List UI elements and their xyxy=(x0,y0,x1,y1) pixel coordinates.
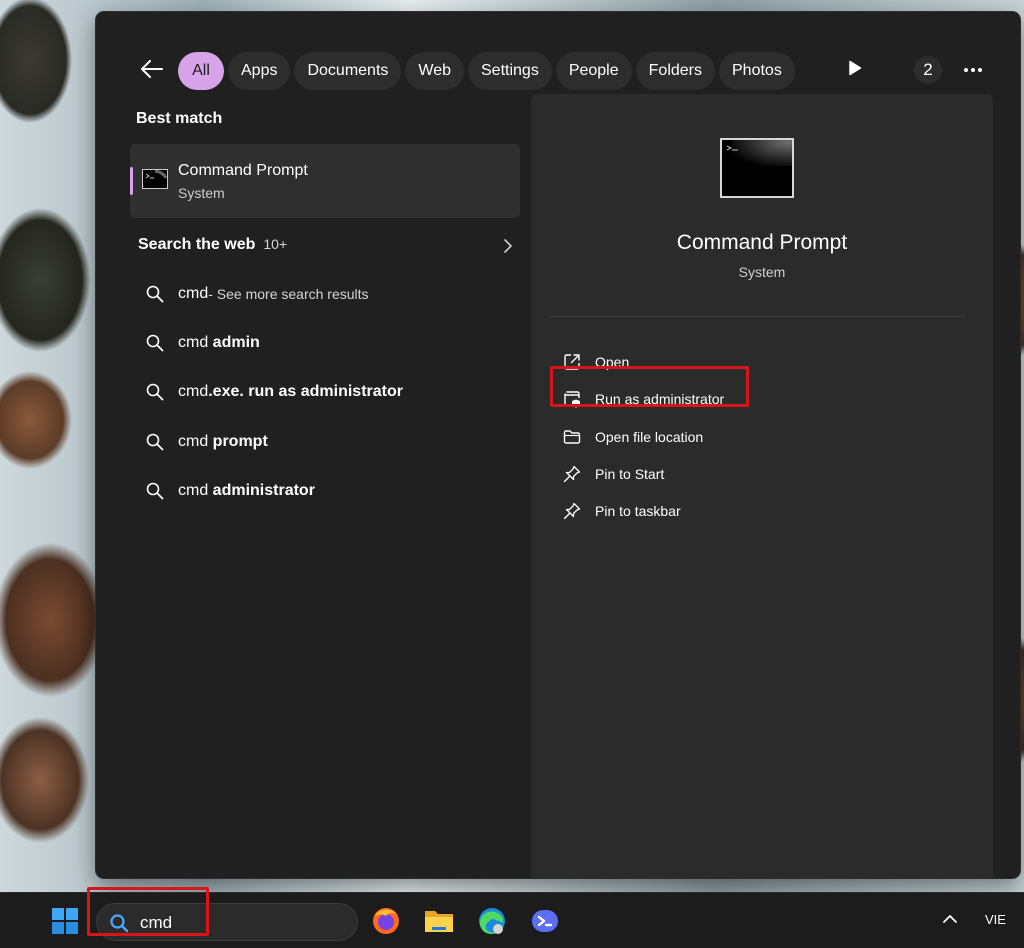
filter-chips: All Apps Documents Web Settings People F… xyxy=(178,52,795,90)
console-glyph-icon xyxy=(726,145,738,151)
search-icon xyxy=(146,433,164,451)
taskbar-file-explorer[interactable] xyxy=(423,905,455,937)
web-suggestion-item[interactable]: cmd prompt xyxy=(146,429,268,455)
windows-logo-icon xyxy=(52,908,78,934)
chip-apps[interactable]: Apps xyxy=(228,52,291,90)
search-icon xyxy=(146,334,164,352)
chip-photos[interactable]: Photos xyxy=(719,52,795,90)
suggestion-bold: .exe. run as administrator xyxy=(208,383,403,400)
firefox-icon xyxy=(373,908,399,934)
action-open-file-location[interactable]: Open file location xyxy=(563,425,703,449)
web-suggestion-item[interactable]: cmd .exe. run as administrator xyxy=(146,379,403,405)
input-language[interactable]: VIE xyxy=(985,912,1006,927)
preview-title: Command Prompt xyxy=(676,231,848,254)
more-options-button[interactable] xyxy=(962,56,984,84)
back-button[interactable] xyxy=(140,52,164,86)
play-icon xyxy=(849,60,862,76)
dot-icon xyxy=(971,68,975,72)
chip-documents[interactable]: Documents xyxy=(294,52,402,90)
suggestion-prefix: cmd xyxy=(178,334,213,351)
divider xyxy=(549,316,965,317)
search-icon xyxy=(146,285,164,303)
chevron-right-icon xyxy=(504,239,512,253)
file-explorer-icon xyxy=(425,911,453,932)
taskbar-firefox[interactable] xyxy=(370,905,402,937)
result-preview-pane: Command Prompt System Open Run as admini… xyxy=(531,94,993,878)
web-suggestion-item[interactable]: cmd admin xyxy=(146,330,260,356)
pin-icon xyxy=(563,465,581,483)
best-match-subtitle: System xyxy=(178,185,225,201)
chip-people[interactable]: People xyxy=(555,52,632,90)
console-glyph-icon xyxy=(145,169,168,179)
best-match-result[interactable]: Command Prompt System xyxy=(130,144,520,218)
command-prompt-icon xyxy=(720,138,794,198)
command-prompt-icon xyxy=(142,169,168,189)
action-pin-to-taskbar[interactable]: Pin to taskbar xyxy=(563,499,681,523)
chip-settings[interactable]: Settings xyxy=(468,52,552,90)
search-web-header[interactable]: Search the web 10+ xyxy=(138,236,513,258)
web-suggestion-item[interactable]: cmd - See more search results xyxy=(146,281,369,307)
suggestion-bold: prompt xyxy=(212,433,268,450)
taskbar-app[interactable] xyxy=(529,905,561,937)
search-icon xyxy=(146,482,164,500)
folder-icon xyxy=(563,430,581,444)
suggestion-prefix: cmd xyxy=(178,482,213,499)
chip-all[interactable]: All xyxy=(178,52,224,90)
suggestion-bold: administrator xyxy=(212,482,315,499)
action-label: Pin to taskbar xyxy=(595,503,681,519)
dot-icon xyxy=(964,68,968,72)
best-match-title: Command Prompt xyxy=(178,162,308,179)
filter-bar: All Apps Documents Web Settings People F… xyxy=(96,50,1020,90)
suggestion-bold: admin xyxy=(212,334,260,351)
search-web-count: 10+ xyxy=(263,236,288,252)
suggestion-muted: - See more search results xyxy=(208,286,369,302)
action-pin-to-start[interactable]: Pin to Start xyxy=(563,462,664,486)
action-label: Open file location xyxy=(595,429,704,445)
highlight-box xyxy=(87,887,209,936)
start-button[interactable] xyxy=(52,908,78,934)
chevron-up-icon[interactable] xyxy=(942,913,958,925)
results-count-badge: 2 xyxy=(914,56,942,84)
selection-indicator xyxy=(130,167,133,195)
start-search-panel: All Apps Documents Web Settings People F… xyxy=(96,12,1020,878)
chip-folders[interactable]: Folders xyxy=(635,52,715,90)
search-web-heading: Search the web xyxy=(138,236,256,253)
taskbar-edge[interactable] xyxy=(476,905,508,937)
suggestion-prefix: cmd xyxy=(178,285,209,302)
action-label: Pin to Start xyxy=(595,466,665,482)
web-suggestion-item[interactable]: cmd administrator xyxy=(146,478,315,504)
best-match-heading: Best match xyxy=(136,110,223,127)
arrow-left-icon xyxy=(141,60,163,78)
preview-subtitle: System xyxy=(738,264,786,280)
highlight-box xyxy=(550,366,749,407)
search-icon xyxy=(146,383,164,401)
more-filters-button[interactable] xyxy=(848,60,862,76)
edge-icon xyxy=(479,908,505,934)
chip-web[interactable]: Web xyxy=(405,52,464,90)
pin-icon xyxy=(563,502,581,520)
app-icon xyxy=(532,910,558,932)
suggestion-prefix: cmd xyxy=(178,433,213,450)
dot-icon xyxy=(978,68,982,72)
suggestion-prefix: cmd xyxy=(178,383,209,400)
